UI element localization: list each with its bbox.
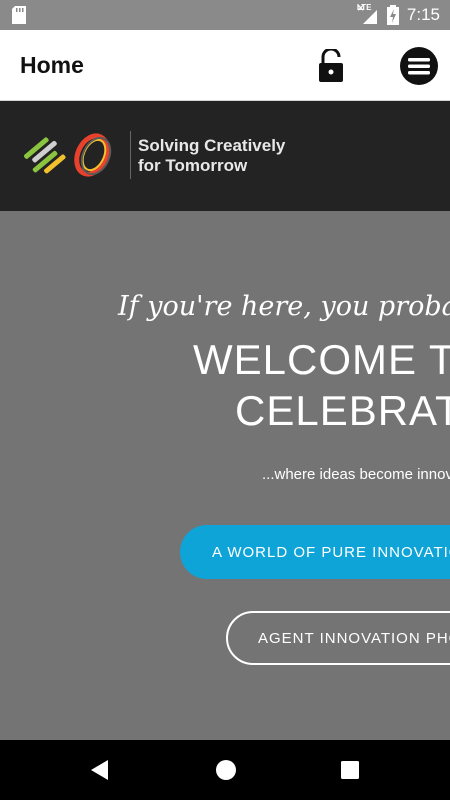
hero-heading-line2: CELEBRATI xyxy=(235,387,450,434)
back-icon[interactable] xyxy=(90,759,110,781)
brand-divider xyxy=(130,131,131,179)
hero-lead-text: If you're here, you probably c xyxy=(118,291,450,322)
recent-apps-icon[interactable] xyxy=(340,760,360,780)
app-bar: Home xyxy=(0,30,450,101)
brand-banner: Solving Creatively for Tomorrow xyxy=(0,101,450,211)
lte-signal-icon: LTE ✕ xyxy=(357,3,379,26)
status-bar: LTE ✕ 7:15 xyxy=(0,0,450,30)
agent-innovation-button[interactable]: AGENT INNOVATION PHO xyxy=(226,611,450,665)
sd-card-icon xyxy=(12,6,26,24)
page-title: Home xyxy=(20,52,84,78)
brand-tagline-line2: for Tomorrow xyxy=(138,156,248,175)
status-time: 7:15 xyxy=(406,5,440,24)
hero-heading-line1: WELCOME TO xyxy=(193,336,450,383)
brand-logo xyxy=(24,133,112,177)
hero-section: If you're here, you probably c WELCOME T… xyxy=(0,211,450,740)
world-of-innovation-button[interactable]: A WORLD OF PURE INNOVATIO xyxy=(180,525,450,579)
battery-charging-icon xyxy=(386,5,399,25)
menu-icon[interactable] xyxy=(399,46,439,86)
home-icon[interactable] xyxy=(215,759,237,781)
brand-tagline-line1: Solving Creatively xyxy=(138,136,286,155)
unlock-icon[interactable] xyxy=(317,49,345,83)
hero-subheading: ...where ideas become innov xyxy=(262,466,450,483)
system-nav-bar xyxy=(0,740,450,800)
